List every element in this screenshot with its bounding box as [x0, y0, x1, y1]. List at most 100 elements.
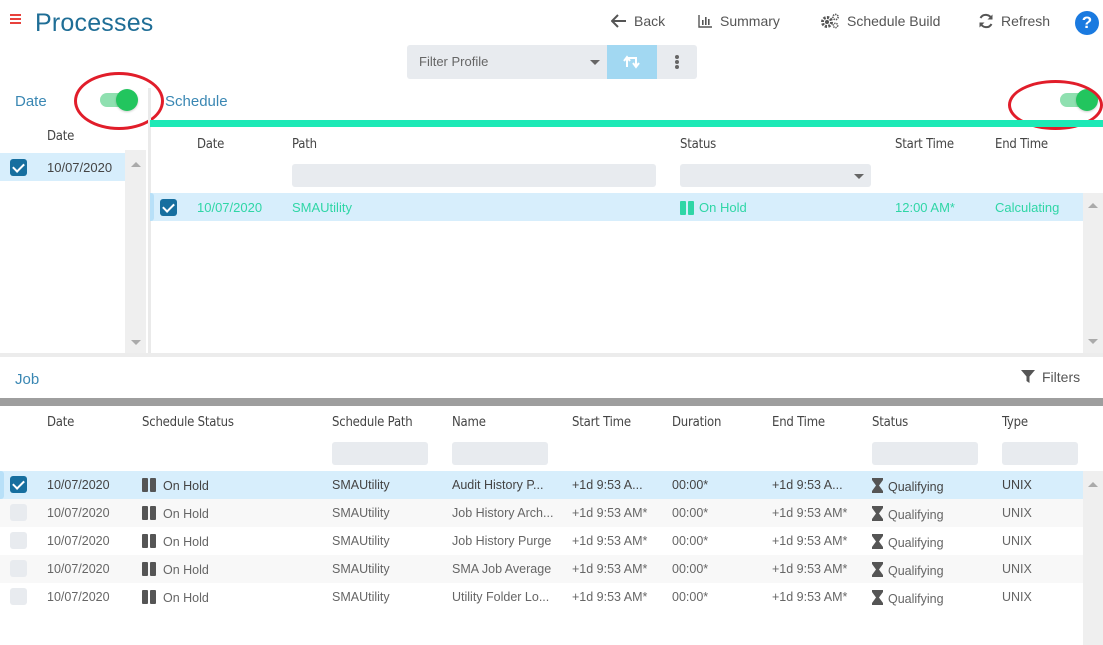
- job-row-checkbox[interactable]: [10, 588, 27, 605]
- status-filter-select[interactable]: [680, 164, 871, 187]
- swap-filter-button[interactable]: [607, 45, 657, 79]
- job-row[interactable]: 10/07/2020 On Hold SMAUtility Job History P…: [0, 527, 1083, 555]
- name-filter-input[interactable]: [452, 442, 548, 465]
- refresh-label: Refresh: [1001, 13, 1051, 29]
- job-cell-text: +1d 9:53 AM*: [772, 506, 848, 520]
- job-cell-text: Qualifying: [888, 564, 944, 578]
- path-filter-input[interactable]: [292, 164, 656, 187]
- summary-button[interactable]: Summary: [698, 13, 780, 29]
- scroll-down-icon[interactable]: [1088, 339, 1098, 344]
- job-cell-name: Job History Arch...: [452, 506, 553, 520]
- schedule-path-filter-input[interactable]: [332, 442, 428, 465]
- schedule-accent-bar: [150, 120, 1103, 127]
- page-title: Processes: [35, 9, 154, 37]
- date-toggle[interactable]: [98, 89, 138, 111]
- schedule-scrollbar[interactable]: [1083, 193, 1103, 353]
- kebab-dot-icon: [675, 55, 679, 59]
- schedule-header-status: Status: [680, 137, 717, 152]
- job-cell-type: UNIX: [1002, 478, 1032, 492]
- job-cell-name: SMA Job Average: [452, 562, 551, 576]
- scroll-up-icon[interactable]: [1088, 482, 1098, 487]
- schedule-header-end-time: End Time: [995, 137, 1048, 152]
- job-cell-text: Job History Arch...: [452, 506, 554, 520]
- job-cell-text: +1d 9:53 AM*: [772, 590, 848, 604]
- job-cell-schedule-path: SMAUtility: [332, 562, 390, 576]
- funnel-icon: [1021, 370, 1035, 383]
- job-cell-text: +1d 9:53 A...: [572, 478, 643, 492]
- job-cell-status: Qualifying: [872, 590, 944, 606]
- job-row[interactable]: 10/07/2020 On Hold SMAUtility Utility Folde…: [0, 583, 1083, 611]
- job-cell-date: 10/07/2020: [47, 534, 110, 548]
- job-cell-text: SMA Job Average: [452, 562, 552, 576]
- refresh-button[interactable]: Refresh: [978, 13, 1050, 29]
- filter-profile-group: Filter Profile: [407, 45, 697, 79]
- job-cell-status: Qualifying: [872, 534, 944, 550]
- date-section-label: Date: [15, 93, 47, 110]
- hamburger-menu-icon[interactable]: [10, 14, 22, 28]
- schedule-toggle[interactable]: [1058, 89, 1098, 111]
- job-header-schedule-path: Schedule Path: [332, 415, 413, 430]
- hourglass-icon: [872, 534, 883, 549]
- job-cell-end-time: +1d 9:53 AM*: [772, 534, 847, 548]
- job-cell-text: +1d 9:53 AM*: [772, 562, 848, 576]
- scroll-up-icon[interactable]: [1088, 203, 1098, 208]
- scroll-down-icon[interactable]: [131, 340, 141, 345]
- job-row-checkbox[interactable]: [10, 532, 27, 549]
- schedule-row-end-time: Calculating: [995, 200, 1060, 215]
- scroll-up-icon[interactable]: [131, 162, 141, 167]
- date-panel-scrollbar[interactable]: [125, 150, 146, 355]
- filters-label: Filters: [1042, 369, 1081, 385]
- schedule-build-button[interactable]: Schedule Build: [820, 13, 940, 29]
- date-row-checkbox[interactable]: [10, 159, 27, 176]
- summary-label: Summary: [720, 13, 780, 29]
- job-row[interactable]: 10/07/2020 On Hold SMAUtility Job History A…: [0, 499, 1083, 527]
- panel-splitter[interactable]: [148, 88, 151, 355]
- date-row[interactable]: 10/07/2020: [0, 153, 125, 181]
- help-button[interactable]: ?: [1075, 11, 1099, 35]
- hourglass-icon: [872, 506, 883, 521]
- job-cell-text: 10/07/2020: [47, 562, 110, 576]
- job-cell-text: Qualifying: [888, 592, 944, 606]
- job-cell-start-time: +1d 9:53 A...: [572, 478, 643, 492]
- job-cell-type: UNIX: [1002, 506, 1032, 520]
- job-row[interactable]: 10/07/2020 On Hold SMAUtility Audit History…: [0, 471, 1083, 499]
- job-row-checkbox[interactable]: [10, 476, 27, 493]
- filters-button[interactable]: Filters: [1021, 369, 1080, 385]
- back-button[interactable]: Back: [611, 13, 665, 29]
- job-cell-text: Qualifying: [888, 536, 944, 550]
- job-row-checkbox[interactable]: [10, 504, 27, 521]
- job-cell-text: Job History Purge: [452, 534, 552, 548]
- job-cell-text: +1d 9:53 AM*: [572, 506, 648, 520]
- job-header-duration: Duration: [672, 415, 722, 430]
- job-cell-status: Qualifying: [872, 562, 944, 578]
- pause-icon: [142, 506, 158, 523]
- chevron-down-icon: [590, 60, 600, 65]
- schedule-row-status: On Hold: [680, 200, 747, 215]
- filter-profile-select[interactable]: Filter Profile: [407, 45, 607, 79]
- job-cell-text: +1d 9:53 AM*: [572, 590, 648, 604]
- job-cell-text: 10/07/2020: [47, 478, 110, 492]
- schedule-row-checkbox[interactable]: [160, 199, 177, 216]
- job-cell-type: UNIX: [1002, 534, 1032, 548]
- type-filter-input[interactable]: [1002, 442, 1078, 465]
- chevron-down-icon: [854, 174, 864, 179]
- job-row[interactable]: 10/07/2020 On Hold SMAUtility SMA Job Avera…: [0, 555, 1083, 583]
- job-cell-duration: 00:00*: [672, 506, 708, 520]
- job-scrollbar[interactable]: [1083, 471, 1103, 645]
- more-options-button[interactable]: [657, 45, 697, 79]
- job-header-date: Date: [47, 415, 75, 430]
- job-cell-text: UNIX: [1002, 562, 1032, 576]
- schedule-row[interactable]: 10/07/2020 SMAUtility On Hold 12:00 AM* …: [150, 193, 1083, 221]
- job-cell-duration: 00:00*: [672, 478, 708, 492]
- job-row-checkbox[interactable]: [10, 560, 27, 577]
- schedule-row-date: 10/07/2020: [197, 200, 263, 215]
- job-cell-text: On Hold: [163, 535, 209, 549]
- job-cell-status: Qualifying: [872, 506, 944, 522]
- job-cell-text: 00:00*: [672, 478, 709, 492]
- pause-icon: [142, 478, 158, 495]
- bar-chart-icon: [698, 14, 712, 28]
- hourglass-icon: [872, 562, 883, 577]
- job-cell-text: Audit History P...: [452, 478, 544, 492]
- status-filter-input[interactable]: [872, 442, 978, 465]
- section-splitter[interactable]: [0, 353, 1103, 357]
